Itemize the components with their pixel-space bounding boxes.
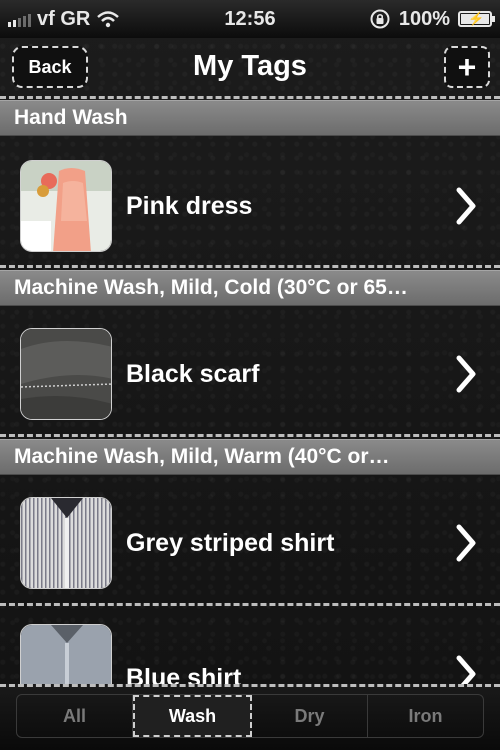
add-tag-button[interactable]: + [444, 46, 490, 88]
tab-all[interactable]: All [17, 695, 133, 737]
back-button[interactable]: Back [12, 46, 88, 88]
page-title: My Tags [193, 49, 307, 82]
chevron-right-icon [452, 523, 480, 563]
battery-percent: 100% [398, 7, 450, 30]
status-right: 100% ⚡ [369, 7, 495, 31]
tab-dry[interactable]: Dry [252, 695, 368, 737]
signal-strength-icon [8, 11, 31, 27]
stitch-divider [0, 684, 500, 687]
tab-bar: All Wash Dry Iron [0, 684, 500, 750]
filter-segmented-control: All Wash Dry Iron [16, 694, 484, 738]
list-item[interactable]: Grey striped shirt [0, 477, 500, 609]
rotation-lock-icon [370, 9, 390, 29]
grey-striped-shirt-thumbnail [20, 497, 112, 589]
battery-icon: ⚡ [458, 11, 495, 27]
black-scarf-thumbnail [20, 328, 112, 420]
status-left: vf GR [8, 8, 120, 31]
list-item-label: Pink dress [126, 191, 253, 220]
tab-iron[interactable]: Iron [368, 695, 483, 737]
wifi-icon [97, 11, 120, 28]
stitch-divider [0, 434, 500, 437]
section-header-machine-wash-warm: Machine Wash, Mild, Warm (40°C or… [0, 439, 500, 475]
status-bar: vf GR 12:56 100% ⚡ [0, 0, 500, 38]
list-item-label: Black scarf [126, 359, 260, 388]
stitch-divider [0, 265, 500, 268]
stitch-divider [0, 96, 500, 99]
section-header-machine-wash-cold: Machine Wash, Mild, Cold (30°C or 65… [0, 270, 500, 306]
list-item-label: Grey striped shirt [126, 528, 335, 557]
stitch-divider [0, 603, 500, 606]
chevron-right-icon [452, 354, 480, 394]
carrier-label: vf GR [37, 7, 91, 30]
list-item[interactable]: Black scarf [0, 308, 500, 440]
navigation-bar: Back My Tags + [0, 38, 500, 94]
pink-dress-thumbnail [20, 160, 112, 252]
tab-wash[interactable]: Wash [133, 695, 252, 737]
section-header-hand-wash: Hand Wash [0, 100, 500, 136]
list-item[interactable]: Pink dress [0, 140, 500, 272]
chevron-right-icon [452, 186, 480, 226]
